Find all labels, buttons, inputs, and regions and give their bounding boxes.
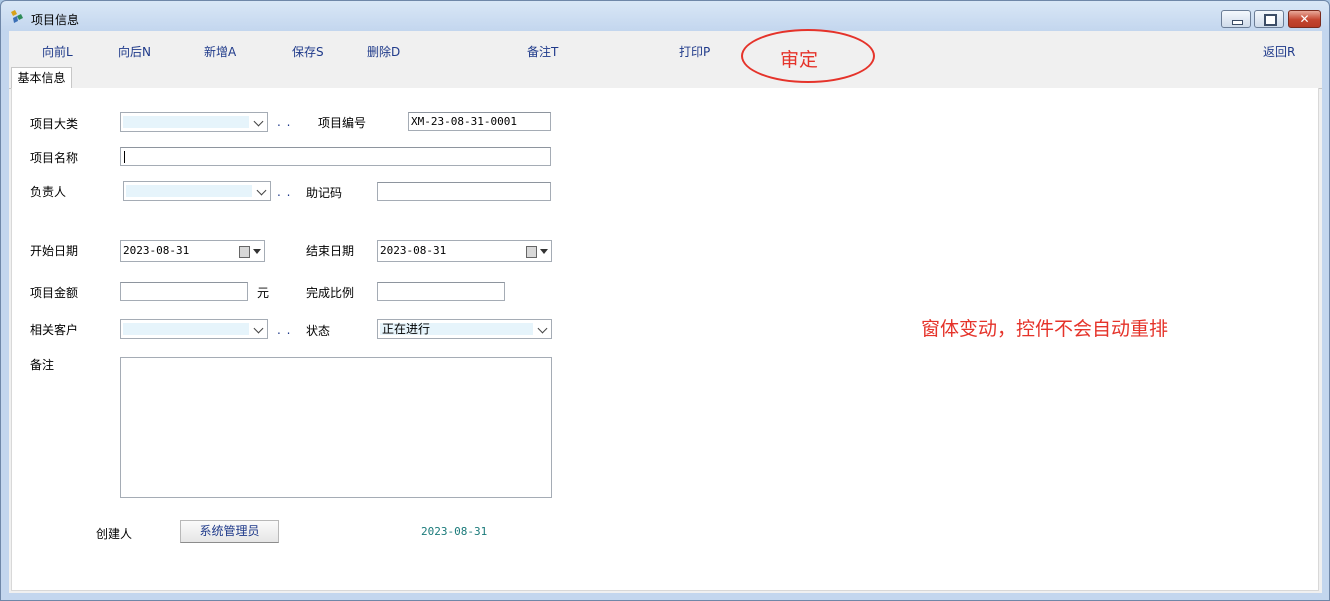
start-date-value: 2023-08-31 (123, 244, 190, 257)
close-icon: ✕ (1299, 12, 1310, 26)
combo-fill (123, 116, 249, 128)
customer-lookup-button[interactable]: . . (277, 323, 291, 337)
category-lookup-button[interactable]: . . (277, 115, 291, 129)
category-label: 项目大类 (30, 117, 79, 131)
created-date: 2023-08-31 (421, 525, 488, 538)
owner-lookup-button[interactable]: . . (277, 185, 291, 199)
status-combo[interactable]: 正在进行 (377, 319, 552, 339)
mnemonic-label: 助记码 (306, 186, 343, 200)
remark-textarea[interactable] (120, 357, 552, 498)
delete-button[interactable]: 删除D (367, 43, 400, 60)
amount-input[interactable] (120, 282, 248, 301)
chevron-down-icon (540, 249, 548, 254)
calendar-icon (239, 246, 250, 258)
end-date-label: 结束日期 (306, 244, 355, 258)
name-label: 项目名称 (30, 151, 79, 165)
prev-button[interactable]: 向前L (42, 43, 73, 60)
owner-combo[interactable] (123, 181, 271, 201)
next-button[interactable]: 向后N (118, 43, 151, 60)
status-label: 状态 (306, 324, 331, 338)
chevron-down-icon (256, 185, 267, 196)
maximize-icon (1264, 14, 1277, 26)
customer-combo[interactable] (120, 319, 268, 339)
name-input[interactable] (120, 147, 551, 166)
app-icon (11, 10, 23, 23)
client-area: 向前L 向后N 新增A 保存S 删除D 备注T 打印P 返回R 审定 基本信息 … (9, 29, 1322, 593)
chevron-down-icon (537, 323, 548, 334)
toolbar: 向前L 向后N 新增A 保存S 删除D 备注T 打印P 返回R 审定 (9, 29, 1322, 83)
code-label: 项目编号 (318, 116, 367, 130)
text-caret (124, 151, 125, 163)
amount-unit: 元 (257, 286, 270, 300)
combo-fill (123, 323, 249, 335)
minimize-button[interactable] (1221, 10, 1251, 28)
end-date-picker[interactable]: 2023-08-31 (377, 240, 552, 262)
chevron-down-icon (253, 249, 261, 254)
basic-info-panel: 项目大类 . . 项目编号 XM-23-08-31-0001 项目名称 负责人 (11, 88, 1319, 591)
tab-strip: 基本信息 (9, 67, 1322, 89)
maximize-button[interactable] (1254, 10, 1284, 28)
add-button[interactable]: 新增A (204, 43, 236, 60)
end-date-value: 2023-08-31 (380, 244, 447, 257)
creator-button[interactable]: 系统管理员 (180, 520, 279, 543)
code-input[interactable]: XM-23-08-31-0001 (408, 112, 551, 131)
customer-label: 相关客户 (30, 323, 79, 337)
chevron-down-icon (253, 116, 264, 127)
category-combo[interactable] (120, 112, 268, 132)
print-button[interactable]: 打印P (679, 43, 710, 60)
save-button[interactable]: 保存S (292, 43, 324, 60)
progress-input[interactable] (377, 282, 505, 301)
start-date-picker[interactable]: 2023-08-31 (120, 240, 265, 262)
mnemonic-input[interactable] (377, 182, 551, 201)
amount-label: 项目金额 (30, 286, 79, 300)
close-button[interactable]: ✕ (1288, 10, 1321, 28)
calendar-icon (526, 246, 537, 258)
back-button[interactable]: 返回R (1263, 43, 1295, 60)
window-title: 项目信息 (31, 13, 80, 27)
status-value: 正在进行 (382, 322, 431, 336)
start-date-label: 开始日期 (30, 244, 79, 258)
owner-label: 负责人 (30, 185, 67, 199)
app-window: 项目信息 ✕ 向前L 向后N 新增A 保存S 删除D 备注T 打印P 返回R 审… (0, 0, 1330, 601)
minimize-icon (1232, 20, 1243, 25)
title-bar: 项目信息 ✕ (1, 1, 1329, 31)
chevron-down-icon (253, 323, 264, 334)
tab-basic-info[interactable]: 基本信息 (11, 67, 72, 88)
combo-fill (126, 185, 252, 197)
remark-label: 备注 (30, 358, 55, 372)
creator-label: 创建人 (96, 527, 133, 541)
note-button[interactable]: 备注T (527, 43, 558, 60)
progress-label: 完成比例 (306, 286, 355, 300)
annotation-note: 窗体变动，控件不会自动重排 (921, 318, 1169, 340)
